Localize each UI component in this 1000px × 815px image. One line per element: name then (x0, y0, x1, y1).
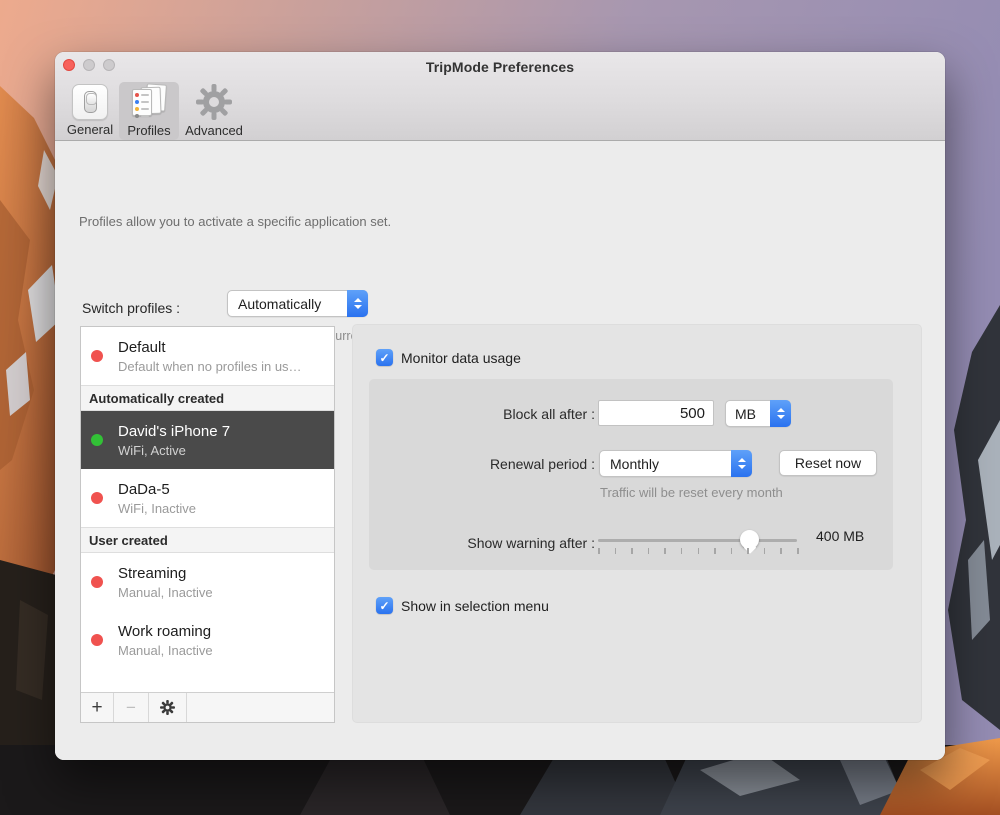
renewal-period-value: Monthly (600, 456, 731, 472)
profiles-pane: Profiles allow you to activate a specifi… (55, 142, 945, 760)
tick-mark (714, 548, 716, 554)
status-dot-green (91, 434, 103, 446)
window-title: TripMode Preferences (55, 59, 945, 75)
reset-now-button[interactable]: Reset now (779, 450, 877, 476)
profile-name: Streaming (118, 565, 213, 582)
tab-profiles-label: Profiles (127, 123, 170, 138)
tick-mark (648, 548, 650, 554)
tick-mark (780, 548, 782, 554)
tick-mark (764, 548, 766, 554)
status-dot-red (91, 492, 103, 504)
tick-mark (698, 548, 700, 554)
monitor-data-usage-label: Monitor data usage (401, 350, 521, 366)
list-section-automatically-created: Automatically created (81, 385, 334, 411)
status-dot-red (91, 350, 103, 362)
add-profile-button[interactable]: + (81, 693, 114, 722)
section-label: Automatically created (89, 391, 224, 406)
intro-text: Profiles allow you to activate a specifi… (79, 214, 391, 229)
warning-slider-track[interactable] (598, 539, 797, 542)
check-icon: ✓ (379, 351, 389, 365)
monitor-data-usage-checkbox[interactable]: ✓ (376, 349, 393, 366)
list-toolbar-filler (187, 693, 334, 722)
list-section-user-created: User created (81, 527, 334, 553)
profile-subtitle: Manual, Inactive (118, 643, 213, 658)
tick-mark (664, 548, 666, 554)
list-toolbar: + − (81, 692, 334, 722)
advanced-gear-icon (195, 83, 233, 121)
profile-actions-button[interactable] (149, 693, 187, 722)
check-icon: ✓ (379, 599, 389, 613)
profiles-list: Default Default when no profiles in us… … (80, 326, 335, 723)
warning-value: 400 MB (816, 528, 864, 544)
list-item-streaming[interactable]: Streaming Manual, Inactive (81, 553, 334, 611)
unit-popup[interactable]: MB (725, 400, 791, 427)
preferences-window: TripMode Preferences General Profiles (55, 52, 945, 760)
tick-mark (615, 548, 617, 554)
switch-profiles-label: Switch profiles : (82, 300, 180, 316)
tab-profiles[interactable]: Profiles (119, 82, 179, 140)
renewal-period-popup[interactable]: Monthly (599, 450, 752, 477)
profile-name: David's iPhone 7 (118, 423, 230, 440)
tick-mark (797, 548, 799, 554)
show-warning-after-label: Show warning after : (385, 535, 595, 551)
tab-advanced[interactable]: Advanced (181, 82, 247, 140)
list-item-work-roaming[interactable]: Work roaming Manual, Inactive (81, 611, 334, 669)
desktop: TripMode Preferences General Profiles (0, 0, 1000, 815)
window-toolbar: TripMode Preferences General Profiles (55, 52, 945, 141)
tab-general-label: General (67, 122, 113, 137)
profile-subtitle: Default when no profiles in us… (118, 359, 302, 374)
list-item-davids-iphone[interactable]: David's iPhone 7 WiFi, Active (81, 411, 334, 469)
minus-icon: − (126, 698, 136, 718)
list-empty-area (81, 669, 334, 692)
profile-name: DaDa-5 (118, 481, 196, 498)
profile-name: Default (118, 339, 302, 356)
switch-profiles-value: Automatically (228, 296, 347, 312)
general-toggle-icon (72, 84, 108, 120)
profile-detail-panel: ✓ Monitor data usage Block all after : M… (352, 324, 922, 723)
plus-icon: + (91, 697, 102, 719)
remove-profile-button[interactable]: − (114, 693, 149, 722)
profile-subtitle: WiFi, Inactive (118, 501, 196, 516)
tick-mark (731, 548, 733, 554)
tick-mark (681, 548, 683, 554)
popup-stepper-icon (731, 450, 752, 477)
tick-mark (747, 548, 749, 554)
switch-profiles-popup[interactable]: Automatically (227, 290, 368, 317)
profiles-stack-icon (130, 83, 168, 121)
tab-advanced-label: Advanced (185, 123, 243, 138)
profile-subtitle: WiFi, Active (118, 443, 230, 458)
block-amount-field[interactable] (598, 400, 714, 426)
popup-stepper-icon (770, 400, 791, 427)
list-item-default[interactable]: Default Default when no profiles in us… (81, 327, 334, 385)
warning-slider-ticks (598, 548, 797, 555)
show-in-selection-menu-label: Show in selection menu (401, 598, 549, 614)
warning-slider-thumb[interactable] (740, 530, 759, 549)
profile-name: Work roaming (118, 623, 213, 640)
status-dot-red (91, 634, 103, 646)
status-dot-red (91, 576, 103, 588)
section-label: User created (89, 533, 168, 548)
renewal-period-label: Renewal period : (385, 456, 595, 472)
tick-mark (631, 548, 633, 554)
list-item-dada5[interactable]: DaDa-5 WiFi, Inactive (81, 469, 334, 527)
renewal-note: Traffic will be reset every month (600, 485, 783, 500)
unit-value: MB (726, 406, 770, 422)
tick-mark (598, 548, 600, 554)
profile-subtitle: Manual, Inactive (118, 585, 213, 600)
popup-stepper-icon (347, 290, 368, 317)
tab-general[interactable]: General (60, 82, 120, 140)
gear-icon (160, 700, 175, 715)
block-all-after-label: Block all after : (385, 406, 595, 422)
data-usage-box: Block all after : MB Renewal period : Mo… (369, 379, 893, 570)
show-in-selection-menu-checkbox[interactable]: ✓ (376, 597, 393, 614)
